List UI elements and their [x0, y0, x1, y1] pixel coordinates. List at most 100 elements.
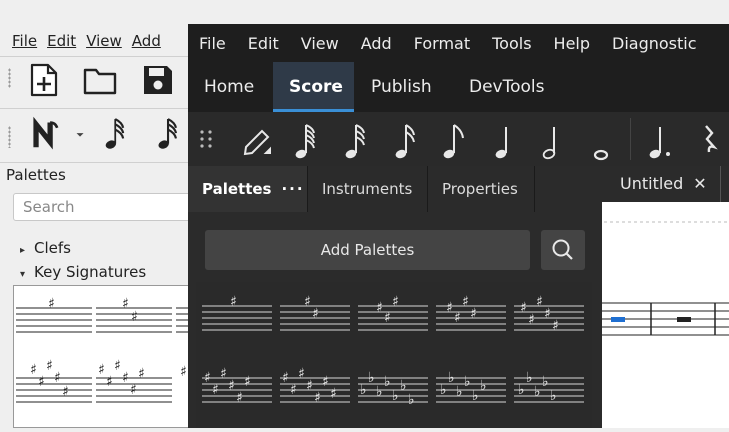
score-tabbar: Untitled ✕	[602, 166, 729, 202]
tab-palettes-label: Palettes	[202, 180, 272, 198]
svg-text:♯: ♯	[536, 294, 543, 310]
svg-text:♭: ♭	[368, 370, 375, 386]
svg-text:♭: ♭	[448, 370, 455, 386]
svg-text:♯: ♯	[122, 370, 129, 386]
tree-item-clefs[interactable]: ▸ Clefs	[20, 239, 71, 257]
toolbar-grip-icon[interactable]	[8, 68, 11, 88]
svg-text:♯: ♯	[38, 374, 45, 390]
svg-text:♭: ♭	[542, 374, 549, 390]
tab-devtools[interactable]: DevTools	[453, 62, 563, 112]
background-titlebar	[0, 0, 729, 24]
search-icon	[552, 239, 573, 260]
svg-text:♭: ♭	[550, 388, 557, 404]
score-canvas[interactable]	[602, 202, 729, 428]
collapse-arrow-icon[interactable]: ▾	[20, 269, 34, 280]
bg-menu-edit[interactable]: Edit	[47, 32, 76, 50]
64th-note-icon[interactable]	[288, 112, 328, 166]
score-tab-title: Untitled	[620, 174, 684, 193]
save-icon[interactable]	[140, 62, 176, 98]
key-signature-palette-grid: ♯ ♯ ♯ ♯ ♯ ♯ ♯ ♯ ♯ ♯ ♯ ♯ ♯ ♯ ♯	[13, 285, 194, 429]
tab-instruments[interactable]: Instruments	[308, 166, 428, 212]
score-staff	[602, 221, 729, 336]
menu-view[interactable]: View	[290, 34, 350, 53]
svg-text:♯: ♯	[130, 382, 137, 398]
svg-text:♯: ♯	[304, 294, 311, 310]
svg-text:♯: ♯	[114, 358, 121, 374]
svg-text:♯: ♯	[520, 300, 527, 316]
svg-text:♯: ♯	[314, 390, 321, 406]
svg-text:♯: ♯	[528, 312, 535, 328]
key-signature-cells[interactable]: ♯ ♯♯ ♯♯♯ ♯♯♯♯ ♯♯♯♯♯ ♯♯♯♯♯♯ ♯♯♯♯♯♯♯ ♭♭♭♭♭…	[196, 282, 592, 428]
bg-menu-view[interactable]: View	[86, 32, 122, 50]
svg-text:♯: ♯	[131, 309, 138, 325]
svg-text:♯: ♯	[298, 366, 305, 382]
menu-format[interactable]: Format	[403, 34, 481, 53]
panel-tabs: Palettes ··· Instruments Properties	[188, 166, 602, 212]
svg-text:♯: ♯	[384, 310, 391, 326]
tab-properties[interactable]: Properties	[428, 166, 535, 212]
svg-text:♯: ♯	[54, 370, 61, 386]
svg-text:♭: ♭	[392, 388, 399, 404]
divider	[0, 56, 190, 57]
grip-icon[interactable]	[188, 112, 228, 166]
svg-text:♭: ♭	[534, 384, 541, 400]
close-icon[interactable]: ✕	[693, 174, 706, 193]
main-tabs: Home Score Publish DevTools	[188, 62, 729, 112]
dotted-note-icon[interactable]	[640, 112, 680, 166]
32nd-note-icon[interactable]	[338, 112, 378, 166]
svg-text:♭: ♭	[408, 392, 415, 408]
menu-file[interactable]: File	[188, 34, 237, 53]
svg-text:♯: ♯	[306, 378, 313, 394]
svg-text:♯: ♯	[46, 358, 53, 374]
open-folder-icon[interactable]	[82, 62, 118, 98]
background-menubar: File Edit View Add	[0, 28, 161, 54]
menu-add[interactable]: Add	[350, 34, 403, 53]
svg-text:♭: ♭	[400, 378, 407, 394]
eighth-note-icon[interactable]	[436, 112, 476, 166]
tab-score[interactable]: Score	[273, 62, 354, 112]
svg-text:♭: ♭	[480, 378, 487, 394]
svg-text:♯: ♯	[552, 318, 559, 334]
bg-menu-add[interactable]: Add	[132, 32, 161, 50]
palettes-panel: Add Palettes ♯ ♯ ♯ ♯ ♯ ♯ ♯ ♯ ♯ ♯ ♯ ♯ ♯ ♯…	[188, 212, 602, 428]
tab-publish[interactable]: Publish	[355, 62, 453, 112]
svg-text:♭: ♭	[518, 382, 525, 398]
expand-arrow-icon[interactable]: ▸	[20, 245, 34, 256]
tab-home[interactable]: Home	[188, 62, 273, 112]
palette-search-button[interactable]	[541, 230, 585, 270]
palettes-panel-title: Palettes	[6, 166, 66, 184]
svg-text:♯: ♯	[244, 374, 251, 390]
16th-note-icon[interactable]	[388, 112, 428, 166]
svg-text:♯: ♯	[282, 370, 289, 386]
rest-icon[interactable]	[688, 112, 728, 166]
pencil-icon[interactable]	[236, 112, 276, 166]
more-options-icon[interactable]: ···	[281, 180, 304, 198]
key-signature-cells[interactable]: ♯ ♯♯ ♯♯♯♯♯ ♯♯♯♯♯♯ ♯	[14, 286, 194, 429]
quarter-note-icon[interactable]	[486, 112, 526, 166]
svg-text:♯: ♯	[290, 382, 297, 398]
menu-edit[interactable]: Edit	[237, 34, 290, 53]
menu-diagnostic[interactable]: Diagnostic	[601, 34, 708, 53]
bg-menu-file[interactable]: File	[12, 32, 37, 50]
half-note-icon[interactable]	[536, 112, 576, 166]
tree-item-label: Clefs	[34, 239, 71, 257]
palette-search-input[interactable]: Search	[13, 193, 198, 221]
svg-text:♯: ♯	[62, 384, 69, 400]
whole-note-icon[interactable]	[584, 112, 624, 166]
svg-text:♯: ♯	[204, 370, 211, 386]
tab-palettes[interactable]: Palettes ···	[188, 166, 308, 212]
svg-text:♯: ♯	[122, 296, 129, 312]
svg-text:♯: ♯	[462, 294, 469, 310]
svg-text:♭: ♭	[376, 384, 383, 400]
tree-item-key-signatures[interactable]: ▾ Key Signatures	[20, 263, 146, 281]
svg-text:♭: ♭	[464, 374, 471, 390]
menu-help[interactable]: Help	[543, 34, 601, 53]
svg-text:♭: ♭	[360, 382, 367, 398]
add-palettes-button[interactable]: Add Palettes	[205, 230, 530, 270]
svg-text:♯: ♯	[106, 374, 113, 390]
menu-tools[interactable]: Tools	[481, 34, 542, 53]
svg-text:♯: ♯	[454, 310, 461, 326]
new-score-icon[interactable]	[26, 62, 62, 98]
score-tab-untitled[interactable]: Untitled ✕	[610, 166, 715, 202]
svg-text:♯: ♯	[470, 306, 477, 322]
